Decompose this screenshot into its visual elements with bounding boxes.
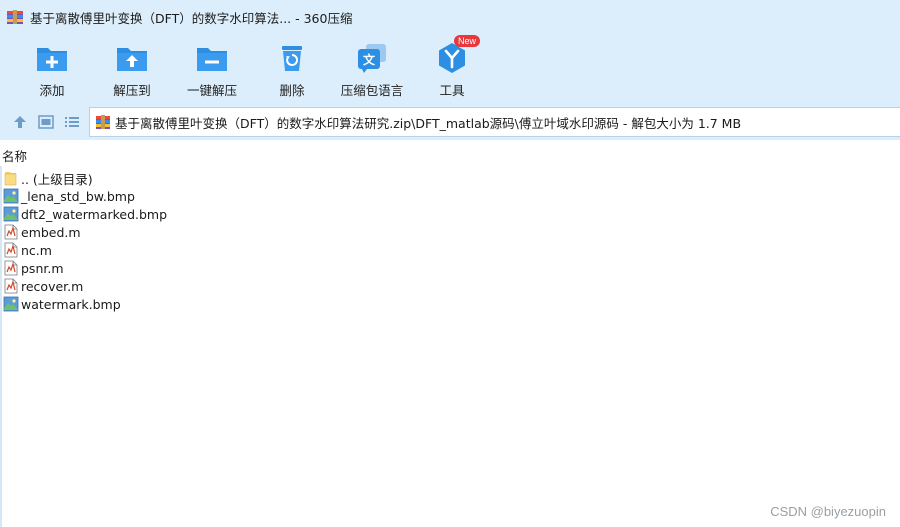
- language-icon: 文: [358, 44, 386, 73]
- list-item[interactable]: psnr.m: [0, 259, 900, 277]
- address-row: 基于离散傅里叶变换（DFT）的数字水印算法研究.zip\DFT_matlab源码…: [0, 104, 900, 140]
- archive-language-button[interactable]: 文 压缩包语言: [332, 40, 412, 100]
- list-view-icon[interactable]: [63, 113, 81, 131]
- bitmap-image-icon: [3, 188, 19, 204]
- file-name: .. (上级目录): [21, 171, 93, 187]
- detail-view-icon[interactable]: [37, 113, 55, 131]
- list-item[interactable]: nc.m: [0, 241, 900, 259]
- extract-to-button[interactable]: 解压到: [92, 40, 172, 100]
- file-name: _lena_std_bw.bmp: [21, 188, 135, 204]
- archive-path: 基于离散傅里叶变换（DFT）的数字水印算法研究.zip\DFT_matlab源码…: [115, 115, 742, 131]
- archive-language-label: 压缩包语言: [340, 83, 404, 98]
- file-name: watermark.bmp: [21, 296, 121, 312]
- tools-icon-wrap: New: [434, 35, 481, 76]
- matlab-file-icon: [4, 242, 18, 258]
- file-name: recover.m: [21, 278, 84, 294]
- file-name: psnr.m: [21, 260, 64, 276]
- recycle-bin-icon: [282, 46, 302, 71]
- file-name: embed.m: [21, 224, 81, 240]
- tools-label: 工具: [439, 83, 465, 98]
- address-bar[interactable]: 基于离散傅里叶变换（DFT）的数字水印算法研究.zip\DFT_matlab源码…: [89, 107, 900, 137]
- bitmap-image-icon: [3, 206, 19, 222]
- one-click-extract-button[interactable]: 一键解压: [172, 40, 252, 100]
- file-name: dft2_watermarked.bmp: [21, 206, 168, 222]
- toolbar: 添加 解压到 一键解压 删除 文 压缩包语言 New 工具: [0, 34, 900, 104]
- matlab-file-icon: [4, 224, 18, 240]
- list-item[interactable]: recover.m: [0, 277, 900, 295]
- column-header-name[interactable]: 名称: [0, 144, 900, 166]
- list-item[interactable]: embed.m: [0, 223, 900, 241]
- zip-archive-icon: [96, 115, 110, 129]
- svg-text:文: 文: [363, 52, 376, 67]
- one-click-extract-icon: [197, 48, 227, 71]
- list-item[interactable]: _lena_std_bw.bmp: [0, 187, 900, 205]
- file-list: .. (上级目录) _lena_std_bw.bmp dft2_watermar…: [0, 169, 900, 313]
- new-badge: New: [454, 35, 481, 47]
- bitmap-image-icon: [3, 296, 19, 312]
- add-folder-icon: [37, 48, 67, 71]
- extract-to-label: 解压到: [113, 83, 151, 98]
- title-bar: 基于离散傅里叶变换（DFT）的数字水印算法... - 360压缩: [0, 0, 900, 34]
- delete-label: 删除: [279, 83, 305, 98]
- file-name: nc.m: [21, 242, 52, 258]
- tools-button[interactable]: New 工具: [412, 35, 492, 100]
- winrar-archive-icon: [7, 10, 23, 24]
- list-item-parent-dir[interactable]: .. (上级目录): [0, 169, 900, 187]
- folder-icon: [4, 172, 17, 186]
- add-label: 添加: [39, 83, 65, 98]
- window-title: 基于离散傅里叶变换（DFT）的数字水印算法... - 360压缩: [30, 10, 353, 26]
- column-name-label: 名称: [2, 148, 28, 164]
- csdn-watermark: CSDN @biyezuopin: [770, 504, 886, 519]
- extract-to-icon: [117, 48, 147, 71]
- matlab-file-icon: [4, 260, 18, 276]
- list-item[interactable]: dft2_watermarked.bmp: [0, 205, 900, 223]
- matlab-file-icon: [4, 278, 18, 294]
- add-button[interactable]: 添加: [12, 40, 92, 100]
- list-item[interactable]: watermark.bmp: [0, 295, 900, 313]
- up-arrow-icon[interactable]: [11, 113, 29, 131]
- one-click-extract-label: 一键解压: [186, 83, 237, 98]
- delete-button[interactable]: 删除: [252, 40, 332, 100]
